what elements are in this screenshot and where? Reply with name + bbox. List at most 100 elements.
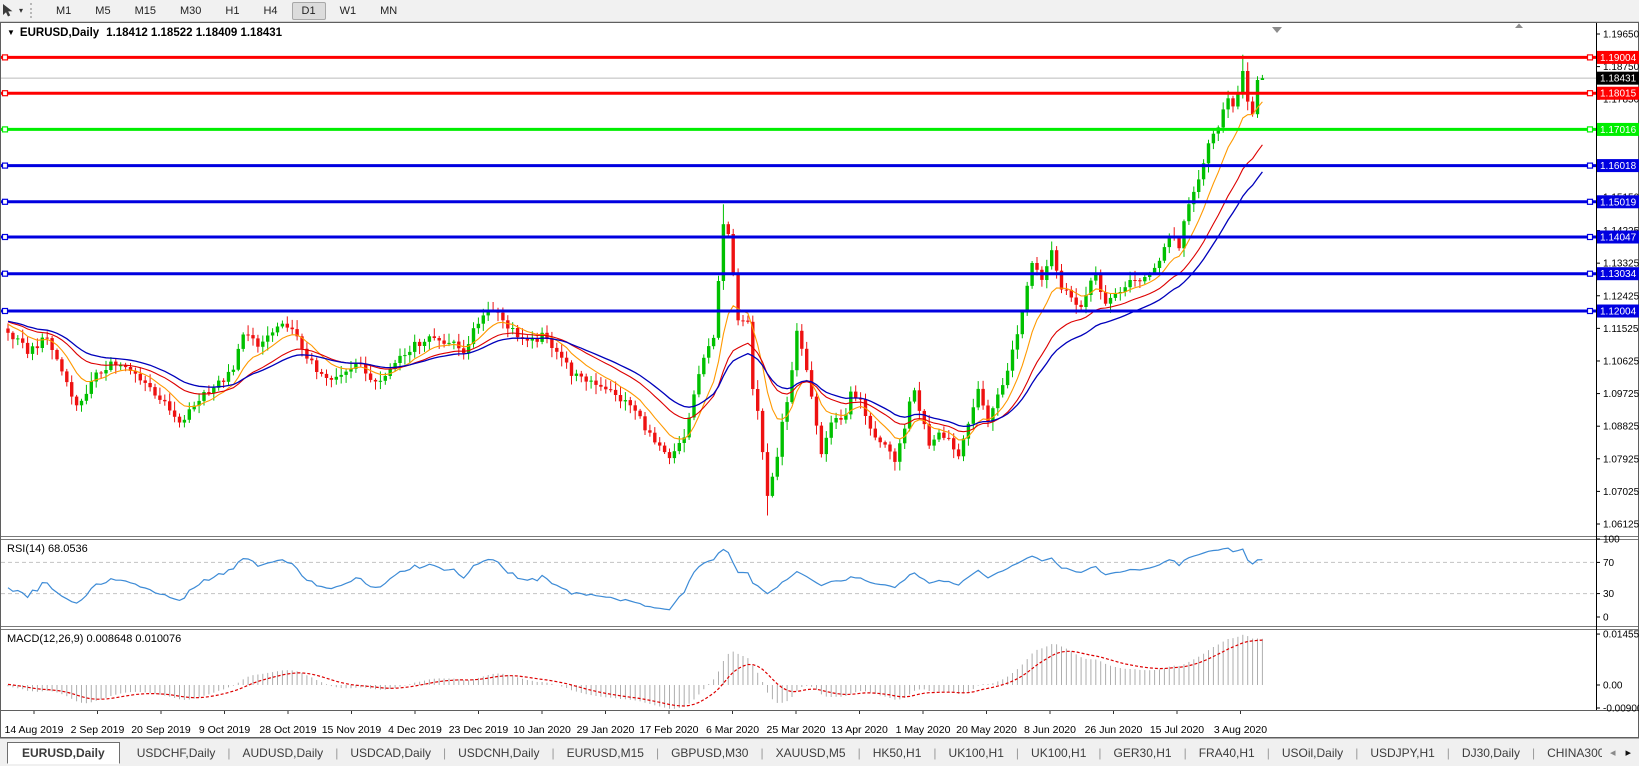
chart-tab-usoil-daily[interactable]: USOil,Daily xyxy=(1270,742,1355,764)
chart-tab-usdjpy-h1[interactable]: USDJPY,H1 xyxy=(1358,742,1446,764)
hline-handle[interactable] xyxy=(3,199,8,204)
chart-title-dropdown-icon[interactable]: ▼ xyxy=(7,28,15,37)
chart-tab-audusd-daily[interactable]: AUDUSD,Daily xyxy=(231,742,336,764)
svg-text:13 Apr 2020: 13 Apr 2020 xyxy=(831,724,888,736)
chart-ohlc-values: 1.18412 1.18522 1.18409 1.18431 xyxy=(106,27,282,39)
timeframe-button-m1[interactable]: M1 xyxy=(46,2,81,20)
svg-text:3 Aug 2020: 3 Aug 2020 xyxy=(1214,724,1267,736)
svg-text:1.18015: 1.18015 xyxy=(1600,89,1637,100)
svg-text:15 Jul 2020: 15 Jul 2020 xyxy=(1150,724,1204,736)
hline-handle[interactable] xyxy=(3,271,8,276)
cursor-tool-icon[interactable] xyxy=(1,3,17,19)
svg-text:10 Jan 2020: 10 Jan 2020 xyxy=(513,724,571,736)
timeframe-button-mn[interactable]: MN xyxy=(370,2,407,20)
chart-symbol: EURUSD,Daily xyxy=(20,27,99,39)
candlestick-series xyxy=(6,55,1264,516)
chart-tab-usdcnh-daily[interactable]: USDCNH,Daily xyxy=(446,742,551,764)
macd-indicator-label: MACD(12,26,9) 0.008648 0.010076 xyxy=(7,633,181,645)
svg-text:0: 0 xyxy=(1603,613,1609,624)
hline-handle[interactable] xyxy=(1588,127,1593,132)
price-chart[interactable]: 1.196501.187501.178501.169501.160501.151… xyxy=(0,22,1639,738)
macd-pane[interactable] xyxy=(8,635,1262,709)
timeframe-button-m30[interactable]: M30 xyxy=(170,2,211,20)
timeframe-button-h1[interactable]: H1 xyxy=(215,2,249,20)
chart-tab-usdcad-daily[interactable]: USDCAD,Daily xyxy=(338,742,443,764)
svg-text:1.16018: 1.16018 xyxy=(1600,161,1637,172)
svg-text:29 Jan 2020: 29 Jan 2020 xyxy=(577,724,635,736)
svg-text:17 Feb 2020: 17 Feb 2020 xyxy=(640,724,699,736)
svg-text:20 Sep 2019: 20 Sep 2019 xyxy=(131,724,191,736)
chart-tab-xauusd-m5[interactable]: XAUUSD,M5 xyxy=(764,742,858,764)
svg-text:1.08825: 1.08825 xyxy=(1603,422,1639,433)
hline-handle[interactable] xyxy=(3,163,8,168)
tab-scroll-right-button[interactable]: ▸ xyxy=(1625,746,1631,759)
chart-tab-eurusd-daily[interactable]: EURUSD,Daily xyxy=(7,742,120,764)
chart-tab-hk50-h1[interactable]: HK50,H1 xyxy=(861,742,934,764)
svg-text:15 Nov 2019: 15 Nov 2019 xyxy=(322,724,382,736)
svg-text:30: 30 xyxy=(1603,589,1615,600)
svg-text:20 May 2020: 20 May 2020 xyxy=(956,724,1017,736)
hline-handle[interactable] xyxy=(3,309,8,314)
rsi-pane[interactable] xyxy=(1,548,1596,610)
svg-text:1 May 2020: 1 May 2020 xyxy=(896,724,951,736)
svg-text:6 Mar 2020: 6 Mar 2020 xyxy=(706,724,759,736)
hline-handle[interactable] xyxy=(1588,91,1593,96)
date-axis[interactable]: 14 Aug 20192 Sep 201920 Sep 20199 Oct 20… xyxy=(5,711,1268,736)
svg-text:0.014556: 0.014556 xyxy=(1603,630,1639,641)
timeframe-button-h4[interactable]: H4 xyxy=(253,2,287,20)
chart-title[interactable]: ▼ EURUSD,Daily 1.18412 1.18522 1.18409 1.1… xyxy=(7,27,282,39)
svg-text:1.17016: 1.17016 xyxy=(1600,125,1637,136)
price-badge: 1.18431 xyxy=(1597,72,1639,85)
hline-handle[interactable] xyxy=(1588,309,1593,314)
chart-tab-china300-h4[interactable]: CHINA300,H4 xyxy=(1535,742,1602,764)
hline-handle[interactable] xyxy=(1588,163,1593,168)
svg-text:8 Jun 2020: 8 Jun 2020 xyxy=(1024,724,1076,736)
svg-text:1.07025: 1.07025 xyxy=(1603,487,1639,498)
chart-tab-eurusd-m15[interactable]: EURUSD,M15 xyxy=(555,742,656,764)
ma-mid-line xyxy=(8,145,1262,432)
hline-handle[interactable] xyxy=(3,91,8,96)
main-price-pane[interactable] xyxy=(1,55,1596,516)
chart-tab-ger30-h1[interactable]: GER30,H1 xyxy=(1102,742,1184,764)
chart-tabs: EURUSD,DailyUSDCHF,Daily|AUDUSD,Daily|US… xyxy=(7,742,1602,764)
svg-text:1.15019: 1.15019 xyxy=(1600,197,1637,208)
chart-tab-uk100-h1[interactable]: UK100,H1 xyxy=(937,742,1016,764)
chart-tab-uk100-h1[interactable]: UK100,H1 xyxy=(1019,742,1098,764)
svg-text:100: 100 xyxy=(1603,535,1620,546)
timeframe-button-d1[interactable]: D1 xyxy=(292,2,326,20)
price-badge: 1.17016 xyxy=(1597,123,1639,136)
chart-tab-dj30-daily[interactable]: DJ30,Daily xyxy=(1450,742,1532,764)
price-badge: 1.13034 xyxy=(1597,267,1639,280)
price-badge: 1.19004 xyxy=(1597,51,1639,64)
cursor-tool-dropdown-icon[interactable]: ▾ xyxy=(19,6,23,15)
svg-text:4 Dec 2019: 4 Dec 2019 xyxy=(388,724,442,736)
timeframe-button-w1[interactable]: W1 xyxy=(330,2,367,20)
svg-text:1.09725: 1.09725 xyxy=(1603,389,1639,400)
chart-tab-fra40-h1[interactable]: FRA40,H1 xyxy=(1187,742,1267,764)
hline-handle[interactable] xyxy=(1588,199,1593,204)
tab-scroll-left-button[interactable]: ◂ xyxy=(1610,746,1616,759)
svg-text:70: 70 xyxy=(1603,558,1615,569)
timeframe-button-m5[interactable]: M5 xyxy=(85,2,120,20)
top-toolbar: ▾ M1M5 M15M30H1H4 D1W1MN xyxy=(0,0,1639,22)
svg-text:1.18431: 1.18431 xyxy=(1600,74,1637,85)
timeframe-buttons: M1M5 M15M30H1H4 D1W1MN xyxy=(44,2,409,20)
tab-scroll-arrows: ◂ ▸ xyxy=(1602,746,1639,759)
hline-handle[interactable] xyxy=(3,127,8,132)
rsi-indicator-label: RSI(14) 68.0536 xyxy=(7,543,88,555)
chart-tab-gbpusd-m30[interactable]: GBPUSD,M30 xyxy=(659,742,760,764)
chart-shift-marker[interactable] xyxy=(1272,27,1282,33)
timeframe-button-m15[interactable]: M15 xyxy=(125,2,166,20)
hline-handle[interactable] xyxy=(1588,235,1593,240)
chart-tab-usdchf-daily[interactable]: USDCHF,Daily xyxy=(125,742,228,764)
hline-handle[interactable] xyxy=(1588,271,1593,276)
price-badge: 1.14047 xyxy=(1597,230,1639,243)
hline-handle[interactable] xyxy=(3,235,8,240)
hline-handle[interactable] xyxy=(1588,55,1593,60)
svg-text:1.19004: 1.19004 xyxy=(1600,53,1637,64)
svg-text:1.19650: 1.19650 xyxy=(1603,30,1639,41)
chart-window: 1.196501.187501.178501.169501.160501.151… xyxy=(0,22,1639,738)
svg-text:1.11525: 1.11525 xyxy=(1603,324,1639,335)
toolbar-grip[interactable] xyxy=(30,3,36,18)
hline-handle[interactable] xyxy=(3,55,8,60)
